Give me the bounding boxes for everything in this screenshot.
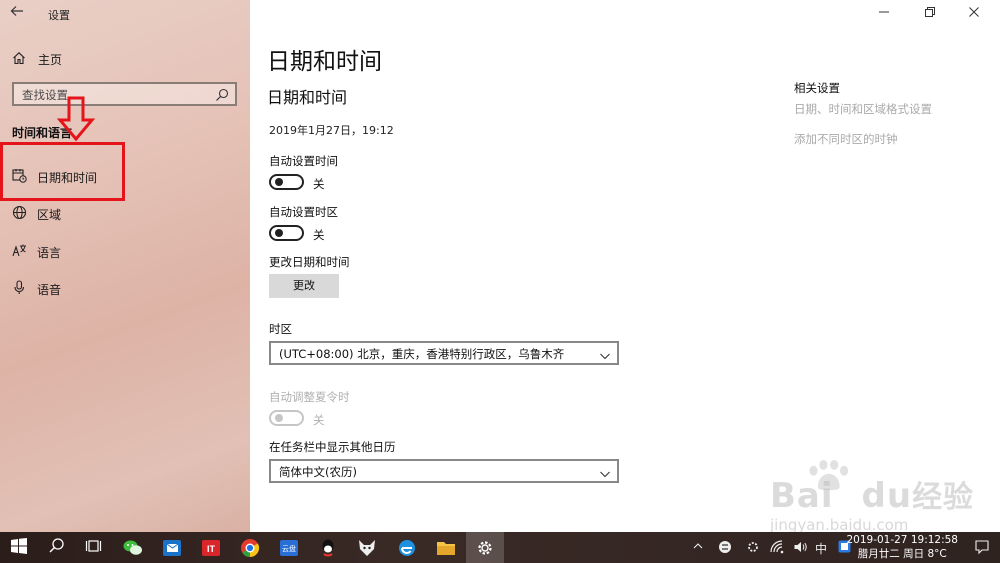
section-heading: 日期和时间 bbox=[267, 88, 348, 107]
related-title: 相关设置 bbox=[794, 81, 840, 95]
search-icon[interactable] bbox=[48, 537, 70, 559]
timezone-value: (UTC+08:00) 北京，重庆，香港特别行政区，乌鲁木齐 bbox=[279, 347, 565, 361]
outlook-icon[interactable] bbox=[161, 537, 183, 559]
baidu-netdisk-icon[interactable]: 云盘 bbox=[278, 537, 300, 559]
globe-icon bbox=[12, 205, 28, 221]
chevron-down-icon bbox=[599, 347, 611, 360]
restore-icon[interactable] bbox=[922, 6, 938, 22]
sidebar-item-label: 语音 bbox=[37, 283, 62, 297]
current-datetime: 2019年1月27日，19:12 bbox=[269, 124, 394, 137]
change-button[interactable]: 更改 bbox=[269, 274, 339, 298]
calendar-label: 在任务栏中显示其他日历 bbox=[269, 440, 396, 454]
dst-state: 关 bbox=[313, 413, 325, 427]
language-icon bbox=[12, 243, 28, 259]
down-arrow-annotation-icon bbox=[56, 96, 96, 142]
auto-zone-state: 关 bbox=[313, 228, 325, 242]
auto-time-state: 关 bbox=[313, 177, 325, 191]
volume-icon[interactable] bbox=[793, 540, 807, 557]
chevron-up-icon[interactable] bbox=[692, 540, 704, 555]
tray-app-icon[interactable] bbox=[718, 540, 732, 557]
svg-text:云盘: 云盘 bbox=[282, 544, 296, 553]
home-icon bbox=[12, 50, 28, 66]
taskbar: IT 云盘 中 2019-01-27 19:12:58 腊月廿二 周日 8°C bbox=[0, 532, 1000, 563]
sidebar-item-label: 语言 bbox=[37, 246, 62, 260]
network-icon[interactable] bbox=[770, 540, 784, 557]
chevron-down-icon bbox=[599, 465, 611, 478]
task-view-icon[interactable] bbox=[85, 537, 107, 559]
search-input[interactable]: 查找设置 bbox=[12, 82, 237, 106]
highlight-box bbox=[0, 142, 125, 201]
toggle-knob bbox=[275, 178, 283, 186]
taskbar-clock[interactable]: 2019-01-27 19:12:58 腊月廿二 周日 8°C bbox=[846, 533, 958, 561]
home-label: 主页 bbox=[38, 53, 63, 67]
ime-indicator[interactable]: 中 bbox=[815, 540, 827, 557]
app-title: 设置 bbox=[48, 9, 70, 22]
nav-home[interactable]: 主页 bbox=[0, 44, 250, 72]
toggle-knob bbox=[275, 229, 283, 237]
it-app-icon[interactable]: IT bbox=[200, 537, 222, 559]
calendar-select[interactable]: 简体中文(农历) bbox=[269, 459, 619, 483]
dst-label: 自动调整夏令时 bbox=[269, 390, 350, 404]
dst-toggle[interactable] bbox=[269, 410, 304, 426]
auto-zone-toggle[interactable] bbox=[269, 225, 304, 241]
window-controls bbox=[860, 0, 1000, 28]
watermark-text: Bai du经验 bbox=[770, 472, 974, 516]
title-bar: 设置 bbox=[0, 0, 250, 28]
related-link-formats[interactable]: 日期、时间和区域格式设置 bbox=[794, 101, 932, 117]
back-arrow-icon[interactable] bbox=[10, 4, 30, 22]
clock-datetime: 2019-01-27 19:12:58 bbox=[846, 534, 958, 546]
timezone-select[interactable]: (UTC+08:00) 北京，重庆，香港特别行政区，乌鲁木齐 bbox=[269, 341, 619, 365]
calendar-value: 简体中文(农历) bbox=[279, 465, 357, 479]
sidebar: 设置 主页 查找设置 时间和语言 日期和时间 区域 语言 语音 bbox=[0, 0, 250, 532]
ie-browser-icon[interactable] bbox=[396, 537, 418, 559]
auto-time-label: 自动设置时间 bbox=[269, 154, 338, 168]
related-link-clocks[interactable]: 添加不同时区的时钟 bbox=[794, 131, 898, 147]
search-icon[interactable] bbox=[215, 87, 229, 101]
wechat-icon[interactable] bbox=[122, 537, 144, 559]
settings-gear-icon[interactable] bbox=[474, 537, 496, 559]
file-explorer-icon[interactable] bbox=[435, 537, 457, 559]
svg-text:IT: IT bbox=[207, 544, 216, 554]
change-datetime-label: 更改日期和时间 bbox=[269, 255, 350, 269]
sidebar-item-label: 区域 bbox=[37, 208, 62, 222]
settings-tray-icon[interactable] bbox=[746, 540, 760, 557]
auto-zone-label: 自动设置时区 bbox=[269, 205, 338, 219]
sidebar-item-language[interactable]: 语言 bbox=[0, 236, 250, 266]
timezone-label: 时区 bbox=[269, 322, 292, 336]
watermark-jingyan: 经验 bbox=[912, 480, 975, 515]
fox-app-icon[interactable] bbox=[356, 537, 378, 559]
toggle-knob bbox=[275, 414, 283, 422]
notification-center-icon[interactable] bbox=[974, 539, 990, 555]
minimize-icon[interactable] bbox=[876, 6, 892, 22]
watermark-bai: Bai bbox=[770, 476, 834, 516]
windows-start-icon[interactable] bbox=[10, 537, 32, 559]
qq-icon[interactable] bbox=[317, 537, 339, 559]
auto-time-toggle[interactable] bbox=[269, 174, 304, 190]
sidebar-item-region[interactable]: 区域 bbox=[0, 198, 250, 228]
page-title: 日期和时间 bbox=[267, 49, 382, 75]
chrome-icon[interactable] bbox=[239, 537, 261, 559]
microphone-icon bbox=[12, 280, 28, 296]
clock-lunar-weather: 腊月廿二 周日 8°C bbox=[857, 548, 947, 560]
watermark-du: du bbox=[861, 476, 913, 516]
sidebar-item-speech[interactable]: 语音 bbox=[0, 273, 250, 303]
close-icon[interactable] bbox=[966, 6, 982, 22]
